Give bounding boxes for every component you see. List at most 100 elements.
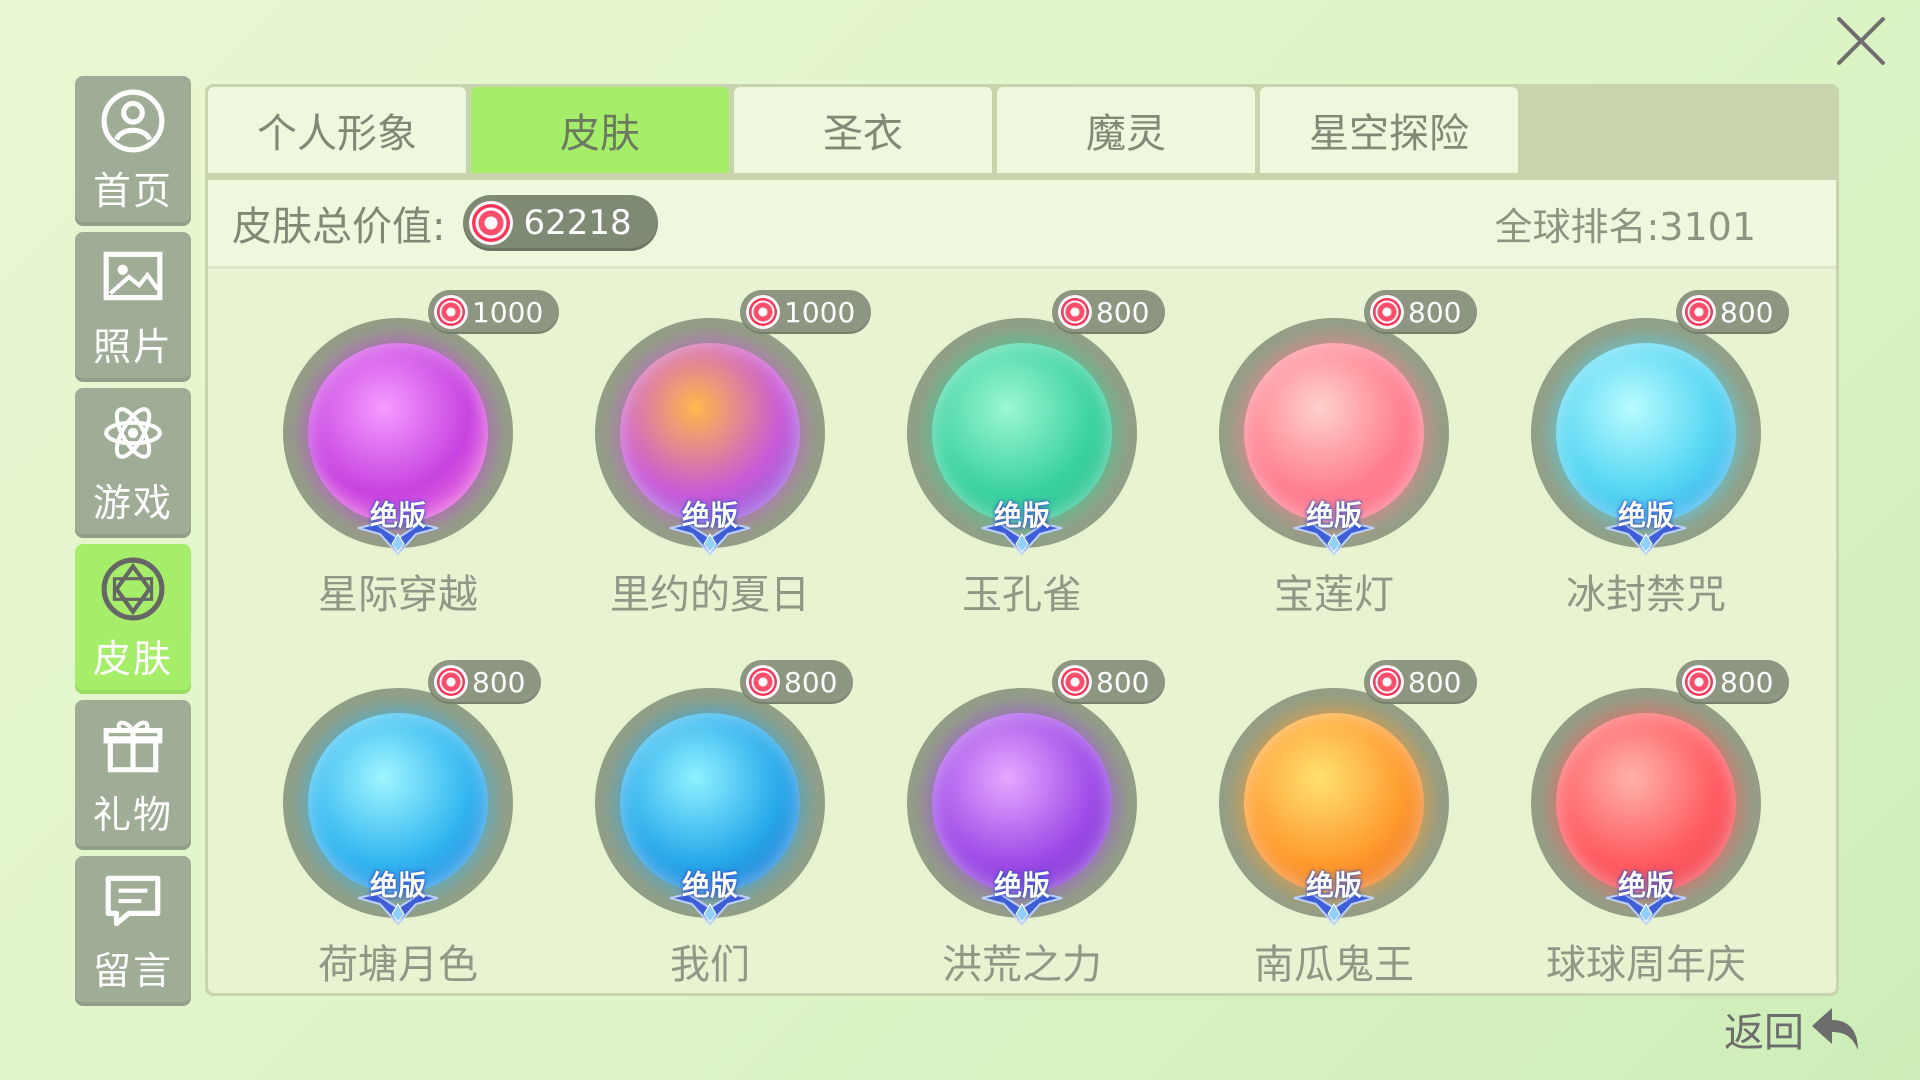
badge-label: 绝版 — [369, 869, 426, 902]
candy-currency-icon — [469, 201, 514, 245]
sidebar-item-label: 皮肤 — [92, 636, 173, 681]
skin-price-pill: 1000 — [740, 290, 872, 334]
skin-card[interactable]: 1000 绝版 里约的夏日 — [550, 272, 872, 642]
skin-price-pill: 1000 — [428, 290, 560, 334]
close-icon[interactable] — [1830, 10, 1892, 72]
sidebar-item-home[interactable]: 首页 — [75, 76, 191, 226]
skin-price-pill: 800 — [1364, 660, 1478, 704]
sidebar-item-gift[interactable]: 礼物 — [75, 700, 191, 850]
total-value-pill: 62218 — [463, 195, 658, 251]
skin-name: 冰封禁咒 — [1566, 572, 1726, 618]
skin-price-pill: 800 — [1052, 290, 1166, 334]
skin-name: 荷塘月色 — [318, 942, 478, 988]
sidebar-item-game[interactable]: 游戏 — [75, 388, 191, 538]
badge-label: 绝版 — [1617, 499, 1674, 532]
skin-name: 球球周年庆 — [1546, 942, 1746, 988]
skin-price-pill: 800 — [1676, 290, 1790, 334]
skin-card[interactable]: 800 绝版球球周年庆 — [1486, 642, 1790, 993]
candy-currency-icon — [1058, 295, 1092, 329]
skin-card[interactable]: 800 绝版我们 — [550, 642, 854, 993]
tab-bar: 个人形象 皮肤 圣衣 魔灵 星空探险 — [208, 87, 1523, 175]
tab-skin[interactable]: 皮肤 — [471, 87, 729, 173]
tab-personal-image[interactable]: 个人形象 — [208, 87, 466, 173]
skin-card[interactable]: 1000 绝版星际穿越 — [238, 272, 560, 642]
badge-label: 绝版 — [993, 869, 1050, 902]
sidebar-item-label: 礼物 — [92, 792, 173, 837]
skin-name: 玉孔雀 — [962, 572, 1082, 618]
candy-currency-icon — [746, 665, 780, 699]
gift-icon — [103, 720, 163, 772]
tab-holy-cloth[interactable]: 圣衣 — [734, 87, 992, 173]
skin-price: 800 — [1720, 665, 1774, 699]
limited-edition-badge: 绝版 — [660, 494, 760, 556]
skin-price: 800 — [1096, 665, 1150, 699]
skin-price-pill: 800 — [740, 660, 854, 704]
skin-diamond-icon — [101, 557, 165, 620]
skin-price: 800 — [784, 665, 838, 699]
limited-edition-badge: 绝版 — [972, 494, 1072, 556]
limited-edition-badge: 绝版 — [1596, 494, 1696, 556]
candy-currency-icon — [746, 295, 780, 329]
skin-name: 南瓜鬼王 — [1254, 942, 1414, 988]
skin-name: 宝莲灯 — [1274, 572, 1394, 618]
skin-card[interactable]: 800 绝版荷塘月色 — [238, 642, 542, 993]
total-value: 62218 — [523, 203, 632, 243]
badge-label: 绝版 — [1617, 869, 1674, 902]
badge-label: 绝版 — [369, 499, 426, 532]
back-button[interactable]: 返回 — [1724, 1000, 1868, 1058]
sidebar: 首页 照片 游戏 皮肤 礼物 留言 — [75, 76, 191, 1012]
skin-price: 800 — [1096, 295, 1150, 329]
skin-card[interactable]: 800 绝版宝莲灯 — [1174, 272, 1478, 642]
skin-price-pill: 800 — [1052, 660, 1166, 704]
limited-edition-badge: 绝版 — [1284, 494, 1384, 556]
candy-currency-icon — [434, 295, 468, 329]
tab-magic-spirit[interactable]: 魔灵 — [997, 87, 1255, 173]
limited-edition-badge: 绝版 — [660, 864, 760, 926]
candy-currency-icon — [1058, 665, 1092, 699]
back-arrow-icon — [1812, 1008, 1858, 1050]
limited-edition-badge: 绝版 — [972, 864, 1072, 926]
candy-currency-icon — [1370, 665, 1404, 699]
badge-label: 绝版 — [681, 499, 738, 532]
summary-bar: 皮肤总价值: 62218 全球排名:3101 — [208, 180, 1836, 269]
candy-currency-icon — [1682, 295, 1716, 329]
sidebar-item-skin[interactable]: 皮肤 — [75, 544, 191, 694]
tab-star-adventure[interactable]: 星空探险 — [1260, 87, 1518, 173]
skin-name: 我们 — [670, 942, 750, 988]
total-value-label: 皮肤总价值: — [232, 204, 446, 250]
global-rank: 全球排名:3101 — [1494, 204, 1756, 249]
limited-edition-badge: 绝版 — [348, 864, 448, 926]
badge-label: 绝版 — [681, 869, 738, 902]
badge-label: 绝版 — [1305, 869, 1362, 902]
skin-price: 800 — [1408, 295, 1462, 329]
skin-card[interactable]: 800 绝版玉孔雀 — [862, 272, 1166, 642]
badge-label: 绝版 — [1305, 499, 1362, 532]
skin-name: 洪荒之力 — [942, 942, 1102, 988]
skin-card[interactable]: 800 绝版冰封禁咒 — [1486, 272, 1790, 642]
sidebar-item-label: 首页 — [92, 168, 173, 213]
skin-price-pill: 800 — [428, 660, 542, 704]
skin-price-pill: 800 — [1676, 660, 1790, 704]
sidebar-item-photo[interactable]: 照片 — [75, 232, 191, 382]
skin-price: 800 — [1408, 665, 1462, 699]
atom-game-icon — [104, 406, 162, 459]
skin-price: 800 — [1720, 295, 1774, 329]
skin-price: 1000 — [784, 295, 856, 329]
skin-panel: 个人形象 皮肤 圣衣 魔灵 星空探险 皮肤总价值: 62218 全球排名:310… — [205, 84, 1839, 996]
limited-edition-badge: 绝版 — [1284, 864, 1384, 926]
message-icon — [105, 875, 161, 926]
content-area: 皮肤总价值: 62218 全球排名:3101 1000 绝版 星际穿越 1000 绝版里… — [208, 180, 1836, 993]
candy-currency-icon — [1370, 295, 1404, 329]
limited-edition-badge: 绝版 — [1596, 864, 1696, 926]
skin-grid: 1000 绝版 星际穿越 1000 绝版 里约的夏日 800 绝版 玉孔雀 800 绝版 宝莲灯 800… — [208, 272, 1836, 993]
sidebar-item-label: 照片 — [92, 324, 173, 369]
skin-name: 星际穿越 — [318, 572, 478, 618]
badge-label: 绝版 — [993, 499, 1050, 532]
skin-card[interactable]: 800 绝版洪荒之力 — [862, 642, 1166, 993]
sidebar-item-label: 游戏 — [92, 480, 173, 525]
skin-card[interactable]: 800 绝版南瓜鬼王 — [1174, 642, 1478, 993]
sidebar-item-message[interactable]: 留言 — [75, 856, 191, 1006]
skin-price-pill: 800 — [1364, 290, 1478, 334]
limited-edition-badge: 绝版 — [348, 494, 448, 556]
back-label: 返回 — [1724, 1010, 1804, 1056]
